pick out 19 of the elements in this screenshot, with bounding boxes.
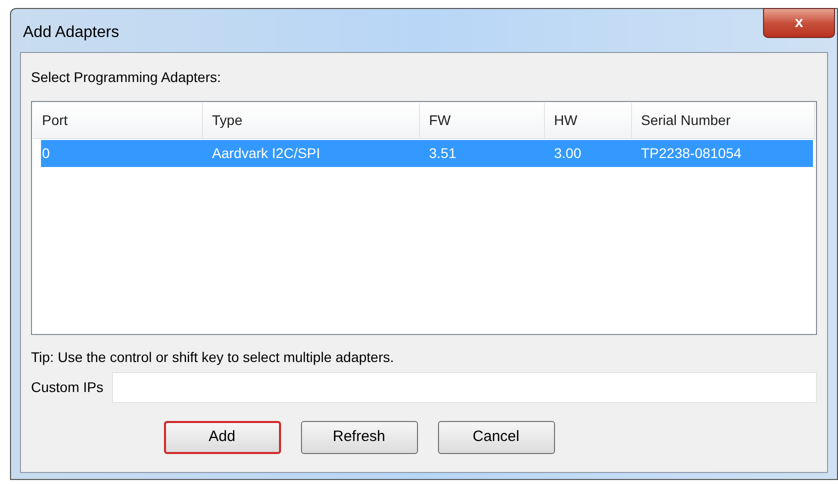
close-button[interactable]: x xyxy=(763,8,835,38)
column-header[interactable]: Serial Number xyxy=(632,103,815,138)
table-cell-text: 3.51 xyxy=(428,144,458,163)
dialog-button[interactable]: Cancel xyxy=(438,421,554,454)
custom-ips-field[interactable] xyxy=(112,372,817,403)
column-header[interactable]: FW xyxy=(420,103,545,138)
prompt-label: Select Programming Adapters: xyxy=(31,68,222,87)
window-title: Add Adapters xyxy=(23,22,120,42)
table-cell-text: Aardvark I2C/SPI xyxy=(211,144,322,163)
table-cell-text: TP2238-081054 xyxy=(640,144,742,163)
dialog-button[interactable]: Add xyxy=(164,421,280,454)
custom-ips-label: Custom IPs xyxy=(31,378,104,397)
column-header[interactable]: Port xyxy=(33,103,203,138)
table-cell-text: 0 xyxy=(41,144,51,163)
table-cell-text: 3.00 xyxy=(553,144,582,163)
dialog-button[interactable]: Refresh xyxy=(300,421,418,454)
column-header[interactable]: Type xyxy=(203,103,420,138)
column-header[interactable]: HW xyxy=(545,103,632,138)
tip-text: Tip: Use the control or shift key to select multiple adapters. xyxy=(31,348,395,365)
